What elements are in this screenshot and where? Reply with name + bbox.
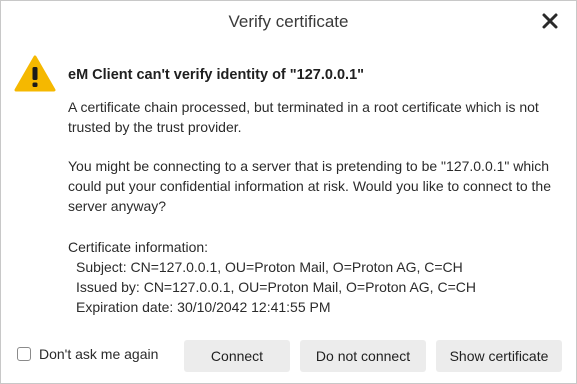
title-bar: Verify certificate <box>1 1 576 45</box>
show-certificate-button[interactable]: Show certificate <box>436 340 562 372</box>
chain-message: A certificate chain processed, but termi… <box>68 99 539 135</box>
close-icon <box>538 9 562 33</box>
dont-ask-again-checkbox[interactable]: Don't ask me again <box>17 346 158 362</box>
certificate-subject: Subject: CN=127.0.0.1, OU=Proton Mail, O… <box>76 259 463 275</box>
checkbox-box[interactable] <box>17 347 31 361</box>
certificate-info-header: Certificate information: <box>68 239 209 255</box>
warning-triangle-icon <box>14 55 56 92</box>
connect-button[interactable]: Connect <box>184 340 290 372</box>
dialog-title: Verify certificate <box>228 12 349 31</box>
warning-heading: eM Client can't verify identity of "127.… <box>68 67 365 83</box>
risk-message: You might be connecting to a server that… <box>68 158 552 214</box>
close-button[interactable] <box>538 9 562 33</box>
verify-certificate-dialog: Verify certificate eM Client can't verif… <box>0 0 577 384</box>
dialog-footer: Don't ask me again Connect Do not connec… <box>1 337 576 377</box>
dont-ask-again-label[interactable]: Don't ask me again <box>39 346 158 362</box>
certificate-expiration: Expiration date: 30/10/2042 12:41:55 PM <box>76 299 331 315</box>
certificate-information: Certificate information: Subject: CN=127… <box>68 237 476 317</box>
do-not-connect-button[interactable]: Do not connect <box>300 340 426 372</box>
certificate-issuer: Issued by: CN=127.0.0.1, OU=Proton Mail,… <box>76 279 476 295</box>
